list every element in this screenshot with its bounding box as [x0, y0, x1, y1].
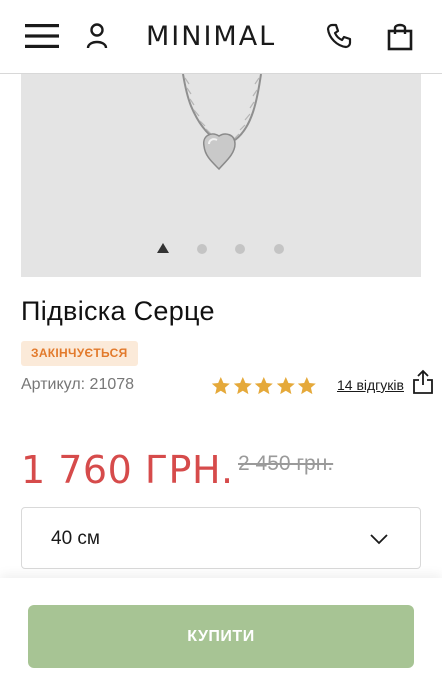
star-icon: [298, 377, 317, 395]
bag-icon[interactable]: [383, 17, 417, 55]
old-price: 2 450 грн.: [238, 452, 334, 475]
phone-icon[interactable]: [322, 17, 356, 55]
size-select[interactable]: 40 см: [21, 507, 421, 569]
bottom-action-bar: КУПИТИ: [0, 578, 442, 700]
user-icon[interactable]: [82, 17, 112, 55]
carousel-dot[interactable]: [274, 244, 284, 254]
carousel-dot-active[interactable]: [157, 243, 169, 253]
star-icon: [276, 377, 295, 395]
chevron-down-icon: [370, 534, 388, 545]
star-icon: [233, 377, 252, 395]
size-select-value: 40 см: [51, 528, 100, 549]
carousel-dot[interactable]: [235, 244, 245, 254]
carousel-dots: [21, 239, 421, 259]
rating-stars: [210, 374, 318, 398]
header: MINIMAL: [0, 0, 442, 74]
status-badge: ЗАКІНЧУЄТЬСЯ: [21, 341, 138, 366]
share-icon[interactable]: [410, 368, 436, 396]
product-image-gallery[interactable]: [21, 74, 421, 277]
menu-icon[interactable]: [22, 17, 62, 55]
carousel-dot[interactable]: [197, 244, 207, 254]
reviews-link[interactable]: 14 відгуків: [337, 377, 404, 393]
star-icon: [211, 377, 230, 395]
star-icon: [254, 377, 273, 395]
product-title: Підвіска Серце: [21, 296, 215, 326]
product-sku: Артикул: 21078: [21, 376, 135, 393]
logo[interactable]: MINIMAL: [146, 20, 296, 54]
buy-button[interactable]: КУПИТИ: [28, 605, 414, 668]
current-price: 1 760 ГРН.: [21, 448, 234, 492]
